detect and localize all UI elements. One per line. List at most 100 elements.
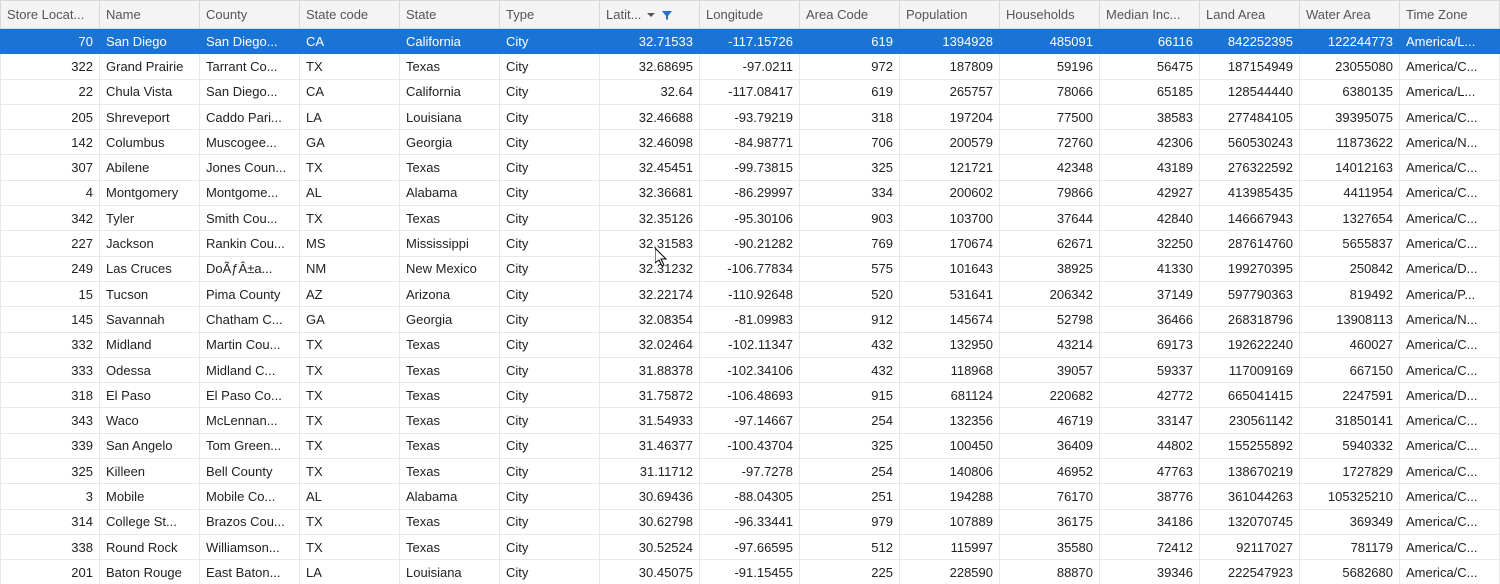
cell-area[interactable]: 318 [800,104,900,129]
column-header-stateCode[interactable]: State code [300,1,400,29]
cell-hh[interactable]: 77500 [1000,104,1100,129]
cell-type[interactable]: City [500,130,600,155]
cell-stateCode[interactable]: TX [300,383,400,408]
cell-state[interactable]: Texas [400,383,500,408]
cell-name[interactable]: San Angelo [100,433,200,458]
cell-stateCode[interactable]: TX [300,206,400,231]
cell-name[interactable]: Grand Prairie [100,54,200,79]
cell-storeLoc[interactable]: 325 [1,459,100,484]
cell-tz[interactable]: America/D... [1400,256,1500,281]
cell-lon[interactable]: -97.14667 [700,408,800,433]
cell-lon[interactable]: -117.15726 [700,29,800,54]
cell-lat[interactable]: 32.64 [600,79,700,104]
cell-tz[interactable]: America/C... [1400,408,1500,433]
column-header-land[interactable]: Land Area [1200,1,1300,29]
cell-inc[interactable]: 41330 [1100,256,1200,281]
cell-inc[interactable]: 37149 [1100,281,1200,306]
cell-pop[interactable]: 103700 [900,206,1000,231]
cell-lat[interactable]: 31.88378 [600,357,700,382]
cell-inc[interactable]: 39346 [1100,560,1200,584]
cell-storeLoc[interactable]: 22 [1,79,100,104]
cell-hh[interactable]: 79866 [1000,180,1100,205]
cell-state[interactable]: Georgia [400,307,500,332]
cell-lon[interactable]: -99.73815 [700,155,800,180]
cell-stateCode[interactable]: TX [300,155,400,180]
cell-water[interactable]: 781179 [1300,534,1400,559]
cell-name[interactable]: Abilene [100,155,200,180]
cell-stateCode[interactable]: AL [300,484,400,509]
cell-water[interactable]: 2247591 [1300,383,1400,408]
cell-state[interactable]: Texas [400,509,500,534]
cell-area[interactable]: 972 [800,54,900,79]
cell-lat[interactable]: 32.02464 [600,332,700,357]
cell-state[interactable]: Mississippi [400,231,500,256]
cell-hh[interactable]: 76170 [1000,484,1100,509]
table-row[interactable]: 307AbileneJones Coun...TXTexasCity32.454… [1,155,1500,180]
cell-hh[interactable]: 37644 [1000,206,1100,231]
cell-hh[interactable]: 46719 [1000,408,1100,433]
cell-state[interactable]: California [400,29,500,54]
column-header-tz[interactable]: Time Zone [1400,1,1500,29]
cell-land[interactable]: 413985435 [1200,180,1300,205]
cell-stateCode[interactable]: TX [300,408,400,433]
cell-land[interactable]: 146667943 [1200,206,1300,231]
column-header-type[interactable]: Type [500,1,600,29]
cell-lat[interactable]: 30.52524 [600,534,700,559]
cell-storeLoc[interactable]: 318 [1,383,100,408]
cell-state[interactable]: New Mexico [400,256,500,281]
cell-lon[interactable]: -100.43704 [700,433,800,458]
cell-water[interactable]: 5655837 [1300,231,1400,256]
cell-lat[interactable]: 32.46688 [600,104,700,129]
cell-area[interactable]: 225 [800,560,900,584]
cell-hh[interactable]: 38925 [1000,256,1100,281]
cell-storeLoc[interactable]: 145 [1,307,100,332]
cell-county[interactable]: Midland C... [200,357,300,382]
cell-hh[interactable]: 485091 [1000,29,1100,54]
cell-land[interactable]: 277484105 [1200,104,1300,129]
cell-type[interactable]: City [500,54,600,79]
cell-stateCode[interactable]: AZ [300,281,400,306]
cell-area[interactable]: 912 [800,307,900,332]
cell-name[interactable]: El Paso [100,383,200,408]
cell-area[interactable]: 520 [800,281,900,306]
table-row[interactable]: 249Las CrucesDoÃƒÂ±a...NMNew MexicoCity3… [1,256,1500,281]
table-row[interactable]: 338Round RockWilliamson...TXTexasCity30.… [1,534,1500,559]
cell-state[interactable]: Alabama [400,180,500,205]
cell-lat[interactable]: 32.36681 [600,180,700,205]
cell-pop[interactable]: 132950 [900,332,1000,357]
cell-stateCode[interactable]: CA [300,79,400,104]
cell-state[interactable]: California [400,79,500,104]
cell-lat[interactable]: 32.31583 [600,231,700,256]
cell-pop[interactable]: 200602 [900,180,1000,205]
cell-inc[interactable]: 42840 [1100,206,1200,231]
column-header-water[interactable]: Water Area [1300,1,1400,29]
column-header-lon[interactable]: Longitude [700,1,800,29]
cell-state[interactable]: Georgia [400,130,500,155]
cell-area[interactable]: 432 [800,332,900,357]
filter-icon[interactable] [661,9,673,21]
cell-state[interactable]: Alabama [400,484,500,509]
cell-stateCode[interactable]: TX [300,534,400,559]
cell-type[interactable]: City [500,383,600,408]
cell-pop[interactable]: 197204 [900,104,1000,129]
cell-land[interactable]: 117009169 [1200,357,1300,382]
cell-tz[interactable]: America/C... [1400,560,1500,584]
cell-land[interactable]: 597790363 [1200,281,1300,306]
cell-pop[interactable]: 140806 [900,459,1000,484]
cell-type[interactable]: City [500,256,600,281]
cell-lat[interactable]: 32.08354 [600,307,700,332]
cell-county[interactable]: Mobile Co... [200,484,300,509]
cell-name[interactable]: College St... [100,509,200,534]
cell-name[interactable]: Round Rock [100,534,200,559]
cell-area[interactable]: 706 [800,130,900,155]
cell-stateCode[interactable]: LA [300,104,400,129]
cell-tz[interactable]: America/P... [1400,281,1500,306]
cell-type[interactable]: City [500,206,600,231]
cell-stateCode[interactable]: TX [300,357,400,382]
cell-name[interactable]: Mobile [100,484,200,509]
cell-inc[interactable]: 34186 [1100,509,1200,534]
cell-lat[interactable]: 30.45075 [600,560,700,584]
table-row[interactable]: 145SavannahChatham C...GAGeorgiaCity32.0… [1,307,1500,332]
column-header-lat[interactable]: Latit... [600,1,700,29]
cell-inc[interactable]: 47763 [1100,459,1200,484]
